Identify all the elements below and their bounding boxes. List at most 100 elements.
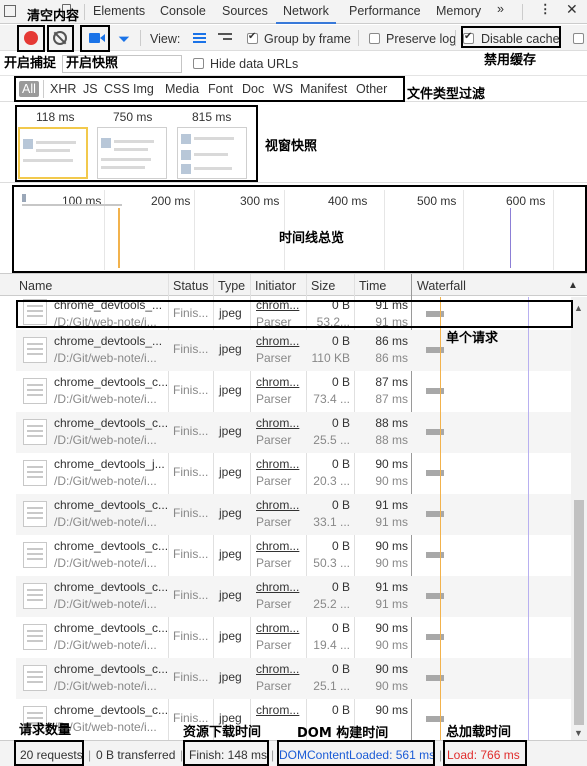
request-path: /D:/Git/web-note/i... (54, 351, 157, 365)
waterfall-overview-sub-icon (223, 38, 232, 40)
column-status[interactable]: Status (173, 279, 208, 293)
request-initiator-sub: Parser (256, 474, 292, 488)
request-name: chrome_devtools_c... (54, 703, 169, 717)
table-row[interactable]: chrome_devtools_c... /D:/Git/web-note/i.… (16, 576, 576, 617)
request-initiator-sub: Parser (256, 597, 292, 611)
table-row[interactable]: chrome_devtools_c... /D:/Git/web-note/i.… (16, 494, 576, 535)
column-type[interactable]: Type (218, 279, 245, 293)
screenshot-annotation-box (80, 25, 110, 52)
request-initiator[interactable]: chrom... (256, 375, 299, 389)
request-latency: 90 ms (375, 679, 408, 693)
request-latency: 90 ms (375, 474, 408, 488)
request-size: 0 B (331, 539, 350, 553)
status-separator: | (439, 748, 443, 762)
request-size-sub: 50.3 ... (313, 556, 350, 570)
request-path: /D:/Git/web-note/i... (54, 638, 157, 652)
request-path: /D:/Git/web-note/i... (54, 679, 157, 693)
tab-separator (522, 4, 523, 20)
waterfall-bar (426, 716, 444, 722)
devtools-tabbar: Elements Console Sources Network Perform… (0, 0, 587, 24)
preserve-log-label: Preserve log (386, 32, 457, 46)
request-path: /D:/Git/web-note/i... (54, 433, 157, 447)
disable-cache-annotation-box (461, 26, 561, 48)
table-row[interactable]: chrome_devtools_c... /D:/Git/web-note/i.… (16, 617, 576, 658)
preserve-log-checkbox[interactable] (369, 33, 380, 44)
annotation-clear: 清空内容 (27, 9, 80, 24)
filter-annotation-box (14, 76, 405, 102)
request-time: 88 ms (375, 416, 408, 430)
column-size[interactable]: Size (311, 279, 335, 293)
request-size-sub: 73.4 ... (313, 392, 350, 406)
toolbar-separator (140, 30, 141, 46)
inspect-icon[interactable] (4, 5, 16, 17)
more-tabs-icon[interactable]: » (497, 2, 504, 16)
request-initiator[interactable]: chrom... (256, 703, 299, 717)
request-time: 91 ms (375, 498, 408, 512)
table-row[interactable]: chrome_devtools_c... /D:/Git/web-note/i.… (16, 371, 576, 412)
annotation-download-time: 资源下载时间 (183, 725, 262, 740)
request-initiator-sub: Parser (256, 351, 292, 365)
toolbar-separator (358, 30, 359, 46)
dcl-annotation-box (277, 740, 435, 766)
scroll-down-icon[interactable]: ▼ (574, 728, 583, 738)
column-initiator[interactable]: Initiator (255, 279, 296, 293)
request-initiator[interactable]: chrom... (256, 662, 299, 676)
tab-network[interactable]: Network (283, 4, 329, 18)
request-name: chrome_devtools_c... (54, 539, 169, 553)
request-type: jpeg (219, 506, 242, 520)
kebab-menu-icon[interactable]: ⋮ (539, 1, 552, 16)
request-status: Finis... (173, 465, 209, 479)
annotation-screenshot: 开启快照 (66, 56, 119, 71)
request-initiator[interactable]: chrom... (256, 539, 299, 553)
request-initiator-sub: Parser (256, 556, 292, 570)
request-size: 0 B (331, 703, 350, 717)
request-initiator[interactable]: chrom... (256, 580, 299, 594)
request-name: chrome_devtools_... (54, 334, 163, 348)
request-status: Finis... (173, 383, 209, 397)
close-icon[interactable]: ✕ (566, 1, 578, 18)
request-type: jpeg (219, 670, 242, 684)
column-time[interactable]: Time (359, 279, 386, 293)
scrollbar-thumb[interactable] (574, 500, 584, 725)
column-name[interactable]: Name (19, 279, 52, 293)
table-row[interactable]: chrome_devtools_c... /D:/Git/web-note/i.… (16, 535, 576, 576)
annotation-request-count: 请求数量 (19, 723, 72, 738)
column-waterfall[interactable]: Waterfall (417, 279, 466, 293)
request-status: Finis... (173, 506, 209, 520)
load-annotation-box (443, 740, 527, 766)
offline-checkbox[interactable] (573, 33, 584, 44)
request-name: chrome_devtools_c... (54, 375, 169, 389)
tab-memory[interactable]: Memory (436, 4, 481, 18)
request-size: 0 B (331, 580, 350, 594)
request-path: /D:/Git/web-note/i... (54, 597, 157, 611)
image-thumbnail (23, 378, 47, 404)
table-row[interactable]: chrome_devtools_c... /D:/Git/web-note/i.… (16, 412, 576, 453)
image-thumbnail (23, 501, 47, 527)
request-size-sub: 19.4 ... (313, 638, 350, 652)
active-tab-indicator (276, 22, 336, 24)
request-name: chrome_devtools_j... (54, 457, 165, 471)
sort-ascending-icon[interactable]: ▲ (568, 280, 578, 291)
filter-funnel-icon[interactable]: ⏷ (118, 31, 130, 48)
scroll-up-icon[interactable]: ▲ (574, 303, 583, 313)
request-initiator[interactable]: chrom... (256, 334, 299, 348)
tab-console[interactable]: Console (160, 4, 206, 18)
image-thumbnail (23, 460, 47, 486)
image-thumbnail (23, 419, 47, 445)
tab-sources[interactable]: Sources (222, 4, 268, 18)
tab-performance[interactable]: Performance (349, 4, 421, 18)
request-name: chrome_devtools_c... (54, 416, 169, 430)
request-path: /D:/Git/web-note/i... (54, 556, 157, 570)
request-name: chrome_devtools_c... (54, 621, 169, 635)
request-type: jpeg (219, 465, 242, 479)
request-initiator[interactable]: chrom... (256, 457, 299, 471)
request-initiator[interactable]: chrom... (256, 621, 299, 635)
request-initiator[interactable]: chrom... (256, 416, 299, 430)
tab-elements[interactable]: Elements (93, 4, 145, 18)
image-thumbnail (23, 583, 47, 609)
request-initiator[interactable]: chrom... (256, 498, 299, 512)
table-row[interactable]: chrome_devtools_j... /D:/Git/web-note/i.… (16, 453, 576, 494)
table-row[interactable]: chrome_devtools_c... /D:/Git/web-note/i.… (16, 658, 576, 699)
hide-data-urls-checkbox[interactable] (193, 58, 204, 69)
group-by-frame-checkbox[interactable] (247, 31, 258, 44)
